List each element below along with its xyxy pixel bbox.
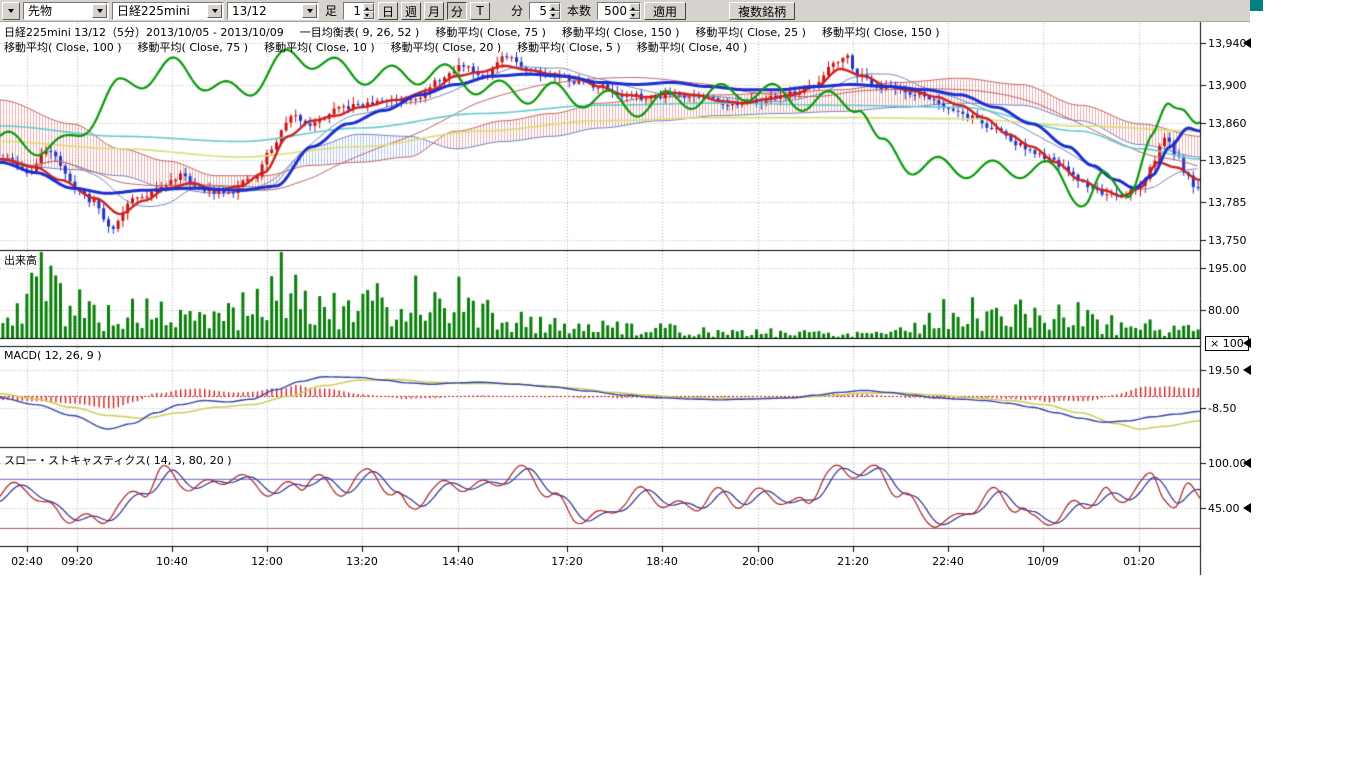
time-axis-label: 01:20 <box>1123 555 1155 568</box>
market-select[interactable]: 先物 <box>23 2 109 20</box>
stochastics-panel-label: スロー・ストキャスティクス( 14, 3, 80, 20 ) <box>4 452 232 468</box>
time-axis-label: 21:20 <box>837 555 869 568</box>
window-grip[interactable] <box>1250 0 1263 11</box>
macd-panel-label: MACD( 12, 26, 9 ) <box>4 349 102 362</box>
minute-unit-label: 分 <box>511 2 523 19</box>
price-axis-label: 13,940 <box>1208 37 1247 50</box>
contract-month-select[interactable]: 13/12 <box>227 2 319 20</box>
bar-count-label: 本数 <box>567 2 591 19</box>
indicator-ma-label: 移動平均( Close, 20 ) <box>391 39 502 55</box>
period-day-button[interactable]: 日 <box>378 2 398 20</box>
time-axis-label: 20:00 <box>742 555 774 568</box>
price-axis-label: 13,785 <box>1208 196 1247 209</box>
stoch-axis-label: 100.00 <box>1208 457 1247 470</box>
scale-marker[interactable] <box>1243 365 1251 375</box>
interval-input[interactable]: 1 <box>343 2 375 20</box>
chart-header-line1: 日経225mini 13/12（5分）2013/10/05 - 2013/10/… <box>4 24 939 40</box>
price-axis-label: 13,750 <box>1208 234 1247 247</box>
spinner-icon[interactable] <box>363 3 374 19</box>
price-axis-label: 13,860 <box>1208 117 1247 130</box>
scale-marker[interactable] <box>1243 503 1251 513</box>
indicator-ma-label: 移動平均( Close, 75 ) <box>435 24 546 40</box>
time-axis-label: 10/09 <box>1027 555 1059 568</box>
indicator-ma-label: 移動平均( Close, 75 ) <box>138 39 249 55</box>
indicator-ma-label: 移動平均( Close, 150 ) <box>562 24 680 40</box>
bar-count-value: 500 <box>598 4 629 18</box>
multi-symbol-button[interactable]: 複数銘柄 <box>729 2 795 20</box>
dropdown-arrow-icon[interactable] <box>302 4 317 18</box>
dropdown-arrow-icon[interactable] <box>92 4 107 18</box>
symbol-select-value: 日経225mini <box>117 2 190 19</box>
main-toolbar: 先物 日経225mini 13/12 足 1 日 週 月 分 T 分 5 本数 … <box>0 0 1250 22</box>
indicator-ichimoku-label: 一目均衡表( 9, 26, 52 ) <box>300 24 420 40</box>
apply-button[interactable]: 適用 <box>644 2 686 20</box>
chart-header-line2: 移動平均( Close, 100 ) 移動平均( Close, 75 ) 移動平… <box>4 39 747 55</box>
down-arrow-icon <box>212 9 218 16</box>
period-minute-button[interactable]: 分 <box>447 2 467 20</box>
minute-value: 5 <box>530 4 549 18</box>
time-axis-label: 10:40 <box>156 555 188 568</box>
price-axis-label: 13,825 <box>1208 154 1247 167</box>
indicator-ma-label: 移動平均( Close, 150 ) <box>822 24 940 40</box>
market-select-value: 先物 <box>28 2 52 19</box>
time-axis-label: 02:40 <box>11 555 43 568</box>
indicator-ma-label: 移動平均( Close, 10 ) <box>264 39 375 55</box>
period-tick-button[interactable]: T <box>470 2 490 20</box>
macd-axis-label: 19.50 <box>1208 364 1240 377</box>
bar-count-input[interactable]: 500 <box>597 2 641 20</box>
indicator-ma-label: 移動平均( Close, 25 ) <box>695 24 806 40</box>
price-axis-label: 13,900 <box>1208 79 1247 92</box>
interval-value: 1 <box>344 4 363 18</box>
time-axis-label: 12:00 <box>251 555 283 568</box>
scale-marker[interactable] <box>1243 458 1251 468</box>
period-month-button[interactable]: 月 <box>424 2 444 20</box>
scale-marker[interactable] <box>1243 38 1251 48</box>
minute-input[interactable]: 5 <box>529 2 561 20</box>
trading-chart-application: 先物 日経225mini 13/12 足 1 日 週 月 分 T 分 5 本数 … <box>0 0 1366 768</box>
time-axis-label: 09:20 <box>61 555 93 568</box>
time-axis-label: 18:40 <box>646 555 678 568</box>
scale-marker[interactable] <box>1243 338 1251 348</box>
indicator-ma-label: 移動平均( Close, 100 ) <box>4 39 122 55</box>
symbol-select[interactable]: 日経225mini <box>112 2 224 20</box>
collapse-toolbar-button[interactable] <box>2 2 20 20</box>
stoch-axis-label: 45.00 <box>1208 502 1240 515</box>
indicator-ma-label: 移動平均( Close, 5 ) <box>517 39 621 55</box>
contract-month-value: 13/12 <box>232 4 267 18</box>
down-arrow-icon <box>8 9 14 16</box>
chart-title: 日経225mini 13/12（5分）2013/10/05 - 2013/10/… <box>4 24 284 40</box>
down-arrow-icon <box>97 9 103 16</box>
volume-axis-label: 80.00 <box>1208 304 1240 317</box>
bar-type-label: 足 <box>325 2 337 19</box>
time-axis-label: 13:20 <box>346 555 378 568</box>
down-arrow-icon <box>307 9 313 16</box>
spinner-icon[interactable] <box>629 3 640 19</box>
volume-axis-label: 195.00 <box>1208 262 1247 275</box>
time-axis-label: 17:20 <box>551 555 583 568</box>
volume-panel-label: 出来高 <box>4 252 37 268</box>
period-week-button[interactable]: 週 <box>401 2 421 20</box>
time-axis-label: 22:40 <box>932 555 964 568</box>
time-axis-label: 14:40 <box>442 555 474 568</box>
macd-axis-label: -8.50 <box>1208 402 1236 415</box>
spinner-icon[interactable] <box>549 3 560 19</box>
indicator-ma-label: 移動平均( Close, 40 ) <box>637 39 748 55</box>
chart-canvas[interactable] <box>0 0 1250 580</box>
dropdown-arrow-icon[interactable] <box>207 4 222 18</box>
